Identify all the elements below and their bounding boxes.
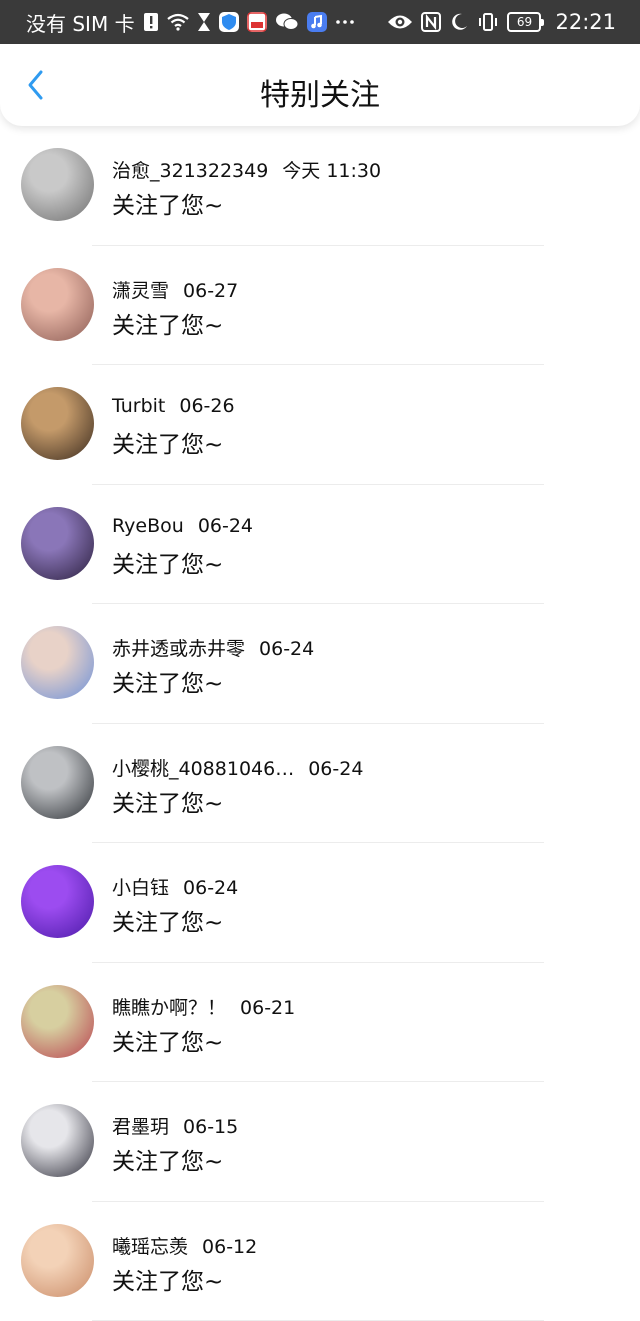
music-app-icon	[307, 12, 327, 32]
carrier-text: 没有 SIM 卡	[26, 8, 135, 37]
timestamp: 06-24	[259, 638, 314, 660]
message-text: 关注了您~	[112, 186, 223, 220]
timestamp: 06-26	[179, 395, 234, 417]
list-item[interactable]: 小樱桃_40881046… 06-24 关注了您~	[0, 724, 640, 844]
sim-warning-icon	[143, 12, 159, 32]
username[interactable]: 赤井透或赤井零	[112, 638, 245, 660]
timestamp: 06-24	[308, 758, 363, 780]
list-item[interactable]: 潇灵雪 06-27 关注了您~	[0, 246, 640, 366]
battery-icon: 69	[507, 12, 541, 32]
hourglass-icon	[197, 12, 211, 32]
avatar[interactable]	[21, 387, 94, 460]
item-header: Turbit 06-26	[112, 395, 235, 417]
timestamp: 06-21	[240, 997, 295, 1019]
shield-app-icon	[219, 12, 239, 32]
message-text: 关注了您~	[112, 545, 223, 579]
message-text: 关注了您~	[112, 1142, 223, 1176]
follow-notification-list: 治愈_321322349今天 11:30关注了您~潇灵雪06-27关注了您~Tu…	[0, 126, 640, 1321]
message-text: 关注了您~	[112, 306, 223, 340]
message-text: 关注了您~	[112, 784, 223, 818]
wifi-icon	[167, 13, 189, 31]
eye-icon	[387, 13, 413, 31]
vibrate-icon	[477, 12, 499, 32]
timestamp: 今天 11:30	[282, 160, 381, 182]
timestamp: 06-24	[183, 877, 238, 899]
item-header: 潇灵雪 06-27	[112, 276, 238, 303]
avatar[interactable]	[21, 865, 94, 938]
message-text: 关注了您~	[112, 903, 223, 937]
tousu-app-icon	[247, 12, 267, 32]
timestamp: 06-27	[183, 280, 238, 302]
avatar[interactable]	[21, 746, 94, 819]
clock: 22:21	[555, 10, 616, 34]
username[interactable]: 曦瑶忘羡	[112, 1236, 188, 1258]
list-item[interactable]: 曦瑶忘羡 06-12 关注了您~	[0, 1202, 640, 1321]
item-header: 君墨玥 06-15	[112, 1112, 238, 1139]
wechat-icon	[275, 12, 299, 32]
list-item[interactable]: 小白钰 06-24 关注了您~	[0, 843, 640, 963]
status-bar: 没有 SIM 卡	[0, 0, 640, 44]
avatar[interactable]	[21, 1104, 94, 1177]
message-text: 关注了您~	[112, 1262, 223, 1296]
header-bar: 特别关注	[0, 44, 640, 126]
list-item[interactable]: RyeBou 06-24 关注了您~	[0, 485, 640, 605]
message-text: 关注了您~	[112, 425, 223, 459]
username[interactable]: 小白钰	[112, 877, 169, 899]
avatar[interactable]	[21, 268, 94, 341]
username[interactable]: Turbit	[112, 395, 165, 417]
avatar[interactable]	[21, 148, 94, 221]
username[interactable]: RyeBou	[112, 515, 184, 537]
item-header: 赤井透或赤井零 06-24	[112, 634, 314, 661]
list-item[interactable]: 瞧瞧か啊？！ 06-21 关注了您~	[0, 963, 640, 1083]
avatar[interactable]	[21, 626, 94, 699]
timestamp: 06-12	[202, 1236, 257, 1258]
more-icon	[335, 18, 355, 26]
timestamp: 06-15	[183, 1116, 238, 1138]
username[interactable]: 治愈_321322349	[112, 160, 268, 182]
username[interactable]: 潇灵雪	[112, 280, 169, 302]
nfc-icon	[421, 12, 441, 32]
list-item[interactable]: 君墨玥 06-15 关注了您~	[0, 1082, 640, 1202]
item-header: 小樱桃_40881046… 06-24	[112, 754, 363, 781]
item-header: RyeBou 06-24	[112, 515, 253, 537]
item-header: 小白钰 06-24	[112, 873, 238, 900]
message-text: 关注了您~	[112, 664, 223, 698]
item-header: 瞧瞧か啊？！ 06-21	[112, 993, 295, 1020]
avatar[interactable]	[21, 1224, 94, 1297]
status-bar-right: 69 22:21	[387, 10, 616, 34]
list-item[interactable]: 赤井透或赤井零 06-24 关注了您~	[0, 604, 640, 724]
list-item[interactable]: 治愈_321322349 今天 11:30 关注了您~	[0, 126, 640, 246]
username[interactable]: 瞧瞧か啊？！	[112, 997, 226, 1019]
avatar[interactable]	[21, 985, 94, 1058]
username[interactable]: 君墨玥	[112, 1116, 169, 1138]
item-header: 治愈_321322349 今天 11:30	[112, 156, 381, 183]
moon-icon	[449, 12, 469, 32]
list-item[interactable]: Turbit 06-26 关注了您~	[0, 365, 640, 485]
avatar[interactable]	[21, 507, 94, 580]
timestamp: 06-24	[198, 515, 253, 537]
page-title: 特别关注	[0, 70, 640, 114]
username[interactable]: 小樱桃_40881046…	[112, 758, 294, 780]
message-text: 关注了您~	[112, 1023, 223, 1057]
item-header: 曦瑶忘羡 06-12	[112, 1232, 257, 1259]
status-bar-left: 没有 SIM 卡	[26, 8, 355, 37]
